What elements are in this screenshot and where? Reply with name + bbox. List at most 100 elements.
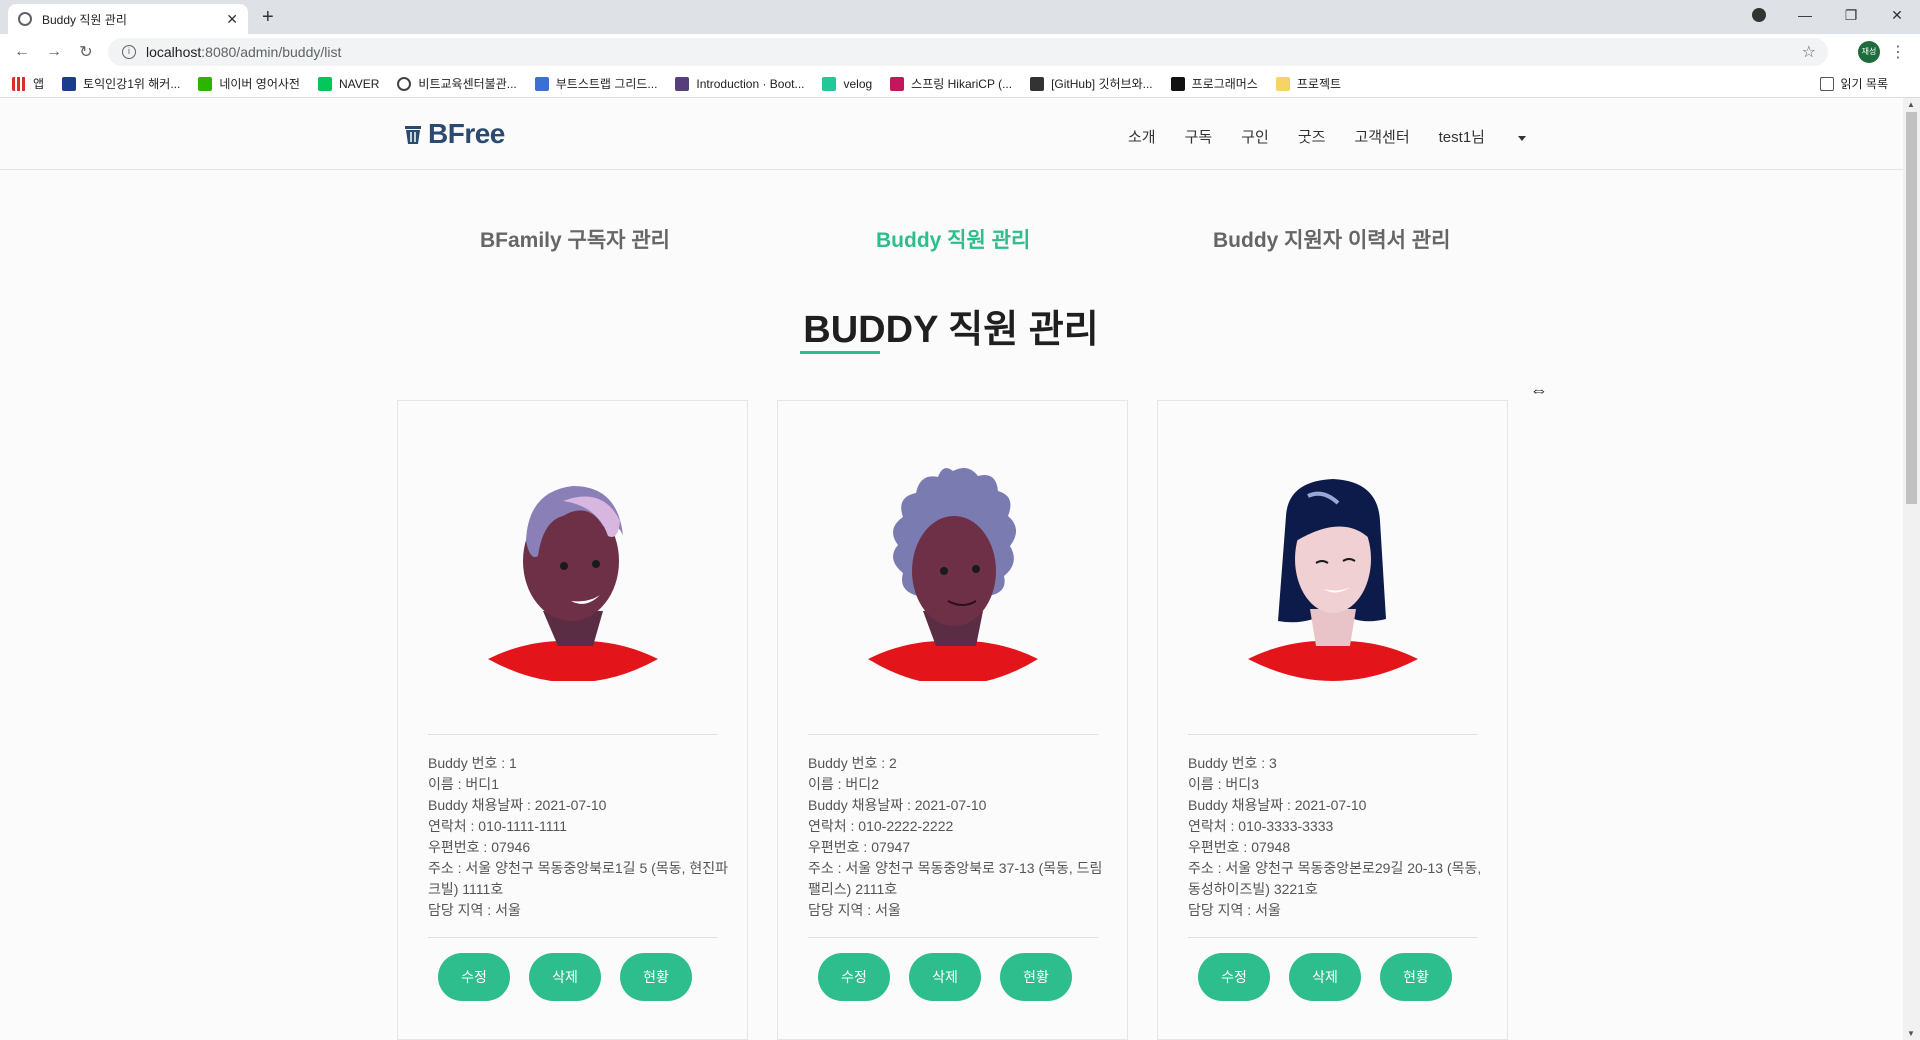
bookmark-star-icon[interactable]: ☆ xyxy=(1802,42,1816,62)
subnav-bfamily[interactable]: BFamily 구독자 관리 xyxy=(480,224,670,254)
bookmark-naver[interactable]: NAVER xyxy=(317,76,379,91)
site-logo[interactable]: BFree xyxy=(404,118,505,150)
resize-cursor-icon: ⇔ xyxy=(1530,380,1548,400)
url-path: :8080/admin/buddy/list xyxy=(201,44,342,60)
buddy-hire-date: Buddy 채용날짜 : 2021-07-10 xyxy=(808,797,987,813)
buddy-hire-date: Buddy 채용날짜 : 2021-07-10 xyxy=(428,797,607,813)
scroll-down-icon[interactable]: ▼ xyxy=(1907,1029,1915,1038)
buddy-address: 주소 : 서울 양천구 목동중앙북로1길 5 (목동, 현진파크빌) 1111호 xyxy=(428,860,728,897)
bookmark-bootstrap-grid[interactable]: 부트스트랩 그리드... xyxy=(534,75,657,92)
buddy-zip: 우편번호 : 07946 xyxy=(428,839,531,855)
delete-button[interactable]: 삭제 xyxy=(529,953,601,1001)
bookmark-programmers[interactable]: 프로그래머스 xyxy=(1170,75,1258,92)
status-button[interactable]: 현황 xyxy=(620,953,692,1001)
page-title: BUDDY 직원 관리 xyxy=(803,309,1099,351)
buddy-region: 담당 지역 : 서울 xyxy=(1188,902,1281,918)
buddy-name: 이름 : 버디3 xyxy=(1188,776,1259,792)
bookmark-hackers[interactable]: 토익인강1위 해커... xyxy=(62,75,180,92)
forward-icon[interactable]: → xyxy=(38,43,70,61)
buddy-no: Buddy 번호 : 1 xyxy=(428,755,517,771)
scroll-up-icon[interactable]: ▲ xyxy=(1907,100,1915,109)
avatar-elder-woman-icon xyxy=(488,486,658,681)
address-bar[interactable]: i localhost:8080/admin/buddy/list ☆ xyxy=(108,38,1828,66)
buddy-no: Buddy 번호 : 2 xyxy=(808,755,897,771)
nav-item-support[interactable]: 고객센터 xyxy=(1354,126,1409,147)
buddy-address: 주소 : 서울 양천구 목동중앙북로 37-13 (목동, 드림팰리스) 211… xyxy=(808,860,1103,897)
status-button[interactable]: 현황 xyxy=(1380,953,1452,1001)
site-info-icon[interactable]: i xyxy=(122,45,136,59)
bookmark-hikaricp[interactable]: 스프링 HikariCP (... xyxy=(890,75,1012,92)
nav-item-subscribe[interactable]: 구독 xyxy=(1185,126,1213,147)
close-tab-icon[interactable]: ✕ xyxy=(226,11,238,28)
card-actions: 수정 삭제 현황 xyxy=(438,953,711,1001)
buddy-address: 주소 : 서울 양천구 목동중앙본로29길 20-13 (목동, 동성하이즈빌)… xyxy=(1188,860,1482,897)
nav-item-goods[interactable]: 굿즈 xyxy=(1298,126,1326,147)
bookmark-velog[interactable]: velog xyxy=(822,76,872,91)
bookmark-github[interactable]: [GitHub] 깃허브와... xyxy=(1030,75,1153,92)
url-host: localhost xyxy=(146,44,202,60)
tab-search-icon[interactable] xyxy=(1752,8,1766,22)
browser-toolbar: ← → ↻ i localhost:8080/admin/buddy/list … xyxy=(0,34,1920,70)
buddy-hire-date: Buddy 채용날짜 : 2021-07-10 xyxy=(1188,797,1367,813)
buddy-name: 이름 : 버디2 xyxy=(808,776,879,792)
browser-tab[interactable]: Buddy 직원 관리 ✕ xyxy=(8,4,248,34)
edit-button[interactable]: 수정 xyxy=(438,953,510,1001)
divider xyxy=(428,937,718,938)
globe-icon xyxy=(397,76,412,91)
bootstrap-icon xyxy=(675,76,690,91)
bookmark-project-folder[interactable]: 프로젝트 xyxy=(1275,75,1341,92)
profile-avatar[interactable]: 재성 xyxy=(1858,41,1880,63)
avatar-black-hair-icon xyxy=(1248,479,1418,681)
tab-title: Buddy 직원 관리 xyxy=(42,12,127,27)
grid-icon xyxy=(534,76,549,91)
reload-icon[interactable]: ↻ xyxy=(70,42,102,62)
back-icon[interactable]: ← xyxy=(6,43,38,61)
caret-down-icon xyxy=(1517,135,1526,141)
logo-text: BFree xyxy=(428,118,505,149)
edit-button[interactable]: 수정 xyxy=(818,953,890,1001)
user-name: test1님 xyxy=(1438,129,1485,146)
bookmarks-bar: 앱 토익인강1위 해커... 네이버 영어사전 NAVER 비트교육센터불관..… xyxy=(0,70,1920,98)
buddy-no: Buddy 번호 : 3 xyxy=(1188,755,1277,771)
card-actions: 수정 삭제 현황 xyxy=(1198,953,1471,1001)
nav-item-intro[interactable]: 소개 xyxy=(1128,126,1156,147)
bookmark-bit[interactable]: 비트교육센터불관... xyxy=(397,75,517,92)
scrollbar-thumb[interactable] xyxy=(1906,112,1917,504)
close-window-icon[interactable]: ✕ xyxy=(1874,7,1920,24)
reading-list-icon xyxy=(1819,76,1834,91)
minimize-icon[interactable]: — xyxy=(1782,7,1828,23)
buddy-card: Buddy 번호 : 3 이름 : 버디3 Buddy 채용날짜 : 2021-… xyxy=(1157,400,1508,1040)
edit-button[interactable]: 수정 xyxy=(1198,953,1270,1001)
new-tab-icon[interactable]: + xyxy=(262,6,274,29)
status-button[interactable]: 현황 xyxy=(1000,953,1072,1001)
buddy-region: 담당 지역 : 서울 xyxy=(808,902,901,918)
bookmark-naver-dict[interactable]: 네이버 영어사전 xyxy=(198,75,300,92)
cup-logo-icon xyxy=(405,126,421,144)
page-content: BFree 소개 구독 구인 굿즈 고객센터 test1님 BFamily 구독… xyxy=(0,98,1903,1040)
subnav-applicants[interactable]: Buddy 지원자 이력서 관리 xyxy=(1213,224,1450,254)
delete-button[interactable]: 삭제 xyxy=(909,953,981,1001)
subnav-buddy[interactable]: Buddy 직원 관리 xyxy=(876,224,1030,254)
delete-button[interactable]: 삭제 xyxy=(1289,953,1361,1001)
bookmark-apps[interactable]: 앱 xyxy=(12,75,44,92)
nav-item-recruit[interactable]: 구인 xyxy=(1241,126,1269,147)
main-nav: 소개 구독 구인 굿즈 고객센터 test1님 xyxy=(1128,126,1526,147)
restore-icon[interactable]: ❐ xyxy=(1828,7,1874,24)
globe-icon xyxy=(18,12,32,26)
browser-menu-icon[interactable]: ⋮ xyxy=(1890,42,1906,62)
vertical-scrollbar[interactable]: ▲ ▼ xyxy=(1903,98,1920,1040)
browser-tab-bar: Buddy 직원 관리 ✕ + — ❐ ✕ xyxy=(0,0,1920,34)
card-actions: 수정 삭제 현황 xyxy=(818,953,1091,1001)
title-underline xyxy=(800,351,880,354)
buddy-phone: 연락처 : 010-2222-2222 xyxy=(808,818,954,834)
site-header: BFree 소개 구독 구인 굿즈 고객센터 test1님 xyxy=(0,98,1903,170)
divider xyxy=(808,734,1098,735)
reading-list[interactable]: 읽기 목록 xyxy=(1819,75,1888,92)
divider xyxy=(808,937,1098,938)
velog-icon xyxy=(822,76,837,91)
bookmark-bootstrap[interactable]: Introduction · Boot... xyxy=(675,76,804,91)
buddy-region: 담당 지역 : 서울 xyxy=(428,902,521,918)
divider xyxy=(1188,937,1478,938)
user-menu[interactable]: test1님 xyxy=(1439,126,1526,147)
programmers-icon xyxy=(1170,76,1185,91)
